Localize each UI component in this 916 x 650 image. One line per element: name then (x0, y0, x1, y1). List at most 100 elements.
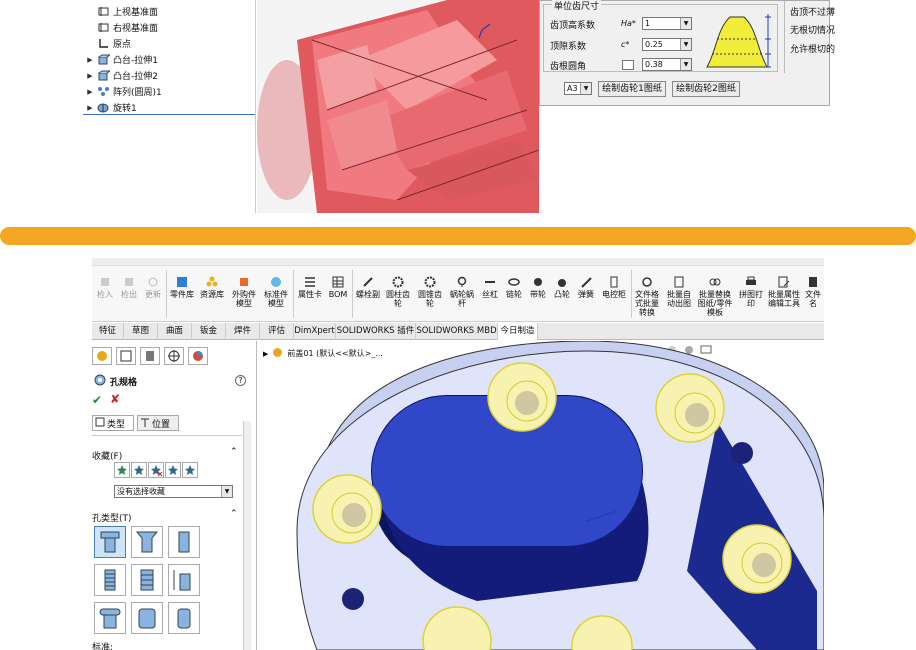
cam-button[interactable]: 凸轮 (551, 276, 573, 299)
dimxpert-tab-icon[interactable] (164, 347, 184, 365)
gear-model (257, 0, 539, 213)
tree-item-origin[interactable]: 原点 (83, 36, 131, 51)
tree-item-boss-extrude-1[interactable]: ▶ 凸台-拉伸1 (83, 52, 158, 67)
root-fillet-checkbox[interactable] (622, 60, 634, 70)
legacy-hole-button[interactable] (168, 564, 200, 596)
update-button[interactable]: 更新 (142, 276, 164, 299)
separator (92, 435, 242, 436)
bevel-gear-button[interactable]: 圆锥齿轮 (416, 276, 444, 308)
tab-solidworks-addins[interactable]: SOLIDWORKS 插件 (336, 323, 416, 340)
tree-item-top-plane[interactable]: 上视基准面 (83, 4, 158, 19)
apply-favorite-icon[interactable] (114, 462, 130, 478)
config-manager-tab-icon[interactable] (140, 347, 160, 365)
tree-item-boss-extrude-2[interactable]: ▶ 凸台-拉伸2 (83, 68, 158, 83)
tile-print-button[interactable]: 拼图打印 (737, 276, 765, 308)
extrude-icon (97, 54, 112, 65)
batch-property-edit-button[interactable]: 批量属性编辑工具 (768, 276, 800, 308)
spur-gear-button[interactable]: 圆柱齿轮 (384, 276, 412, 308)
chevron-up-icon[interactable]: ⌃ (230, 447, 238, 457)
tab-evaluate[interactable]: 评估 (260, 323, 294, 340)
draw-gear1-button[interactable]: 绘制齿轮1图纸 (598, 81, 666, 97)
tab-sketch[interactable]: 草图 (124, 323, 158, 340)
checkout-button[interactable]: 检出 (118, 276, 140, 299)
pm-title-row: 孔规格 (94, 374, 137, 389)
cabinet-icon (608, 276, 620, 288)
purchased-model-icon (238, 276, 250, 288)
bom-button[interactable]: BOM (326, 276, 350, 299)
property-card-button[interactable]: 属性卡 (296, 276, 324, 299)
tree-item-label: 阵列(圆周)1 (113, 88, 162, 98)
tab-position[interactable]: 位置 (137, 415, 179, 431)
counterbore-hole-button[interactable] (94, 526, 126, 558)
pulley-button[interactable]: 带轮 (527, 276, 549, 299)
graphics-viewport[interactable]: ▶ 前盖01 (默认<<默认>_... (257, 341, 824, 650)
tab-weldments[interactable]: 焊件 (226, 323, 260, 340)
purchased-model-button[interactable]: 外购件模型 (229, 276, 259, 308)
batch-convert-button[interactable]: 文件格式批量转换 (632, 276, 662, 317)
counterbore-slot-button[interactable] (94, 602, 126, 634)
gear-graphics-area[interactable] (257, 0, 539, 213)
paper-size-select[interactable]: A3 ▼ (564, 82, 592, 95)
tab-dimxpert[interactable]: DimXpert (294, 323, 336, 340)
favorites-select[interactable]: 没有选择收藏 ▼ (114, 485, 233, 498)
clearance-select[interactable]: 0.25 ▼ (642, 38, 692, 51)
tree-item-circular-pattern[interactable]: ▶ 阵列(圆周)1 (83, 84, 162, 99)
draw-gear2-button[interactable]: 绘制齿轮2图纸 (672, 81, 740, 97)
control-cabinet-button[interactable]: 电控柜 (599, 276, 629, 299)
batch-drawing-button[interactable]: 批量自动出图 (665, 276, 693, 308)
sprocket-button[interactable]: 链轮 (503, 276, 525, 299)
unit-tooth-size-group: 单位齿尺寸 齿顶高系数 Ha* 1 ▼ 顶隙系数 c* 0.25 ▼ 齿根圆角 … (543, 0, 778, 72)
spring-button[interactable]: 弹簧 (575, 276, 597, 299)
tree-item-right-plane[interactable]: 右视基准面 (83, 20, 158, 35)
standard-model-button[interactable]: 标准件模型 (261, 276, 291, 308)
tapered-tap-button[interactable] (94, 564, 126, 596)
display-manager-tab-icon[interactable] (188, 347, 208, 365)
checkin-button[interactable]: 检入 (94, 276, 116, 299)
tab-surfaces[interactable]: 曲面 (158, 323, 192, 340)
feature-manager-tab-icon[interactable] (92, 347, 112, 365)
resource-library-button[interactable]: 资源库 (198, 276, 226, 299)
tab-today-manufacturing[interactable]: 今日制造 (498, 323, 538, 340)
tab-features[interactable]: 特征 (92, 323, 124, 340)
front-cover-model (296, 341, 824, 650)
property-manager-tab-icon[interactable] (116, 347, 136, 365)
load-favorite-icon[interactable] (182, 462, 198, 478)
toolbar-label: 批量替换图纸/零件模板 (697, 290, 733, 317)
root-fillet-select[interactable]: 0.38 ▼ (642, 58, 692, 71)
worm-gear-button[interactable]: 蜗轮蜗杆 (448, 276, 476, 308)
slot-button[interactable] (168, 602, 200, 634)
toolbar-label: 链轮 (506, 290, 522, 299)
slot-icon (99, 608, 121, 629)
bolt-pair-button[interactable]: 螺栓副 (354, 276, 382, 299)
parts-library-button[interactable]: 零件库 (168, 276, 196, 299)
addendum-select[interactable]: 1 ▼ (642, 17, 692, 30)
toolbar-label: 圆锥齿轮 (418, 290, 442, 308)
delete-favorite-icon[interactable] (148, 462, 164, 478)
tree-item-label: 凸台-拉伸1 (113, 56, 158, 66)
toolbar-label: 属性卡 (298, 290, 322, 299)
lead-screw-button[interactable]: 丝杠 (479, 276, 501, 299)
ok-icon[interactable]: ✔ (92, 393, 102, 407)
tab-solidworks-mbd[interactable]: SOLIDWORKS MBD (416, 323, 498, 340)
straight-tap-button[interactable] (131, 564, 163, 596)
add-favorite-icon[interactable] (131, 462, 147, 478)
tab-type[interactable]: 类型 (92, 415, 134, 431)
chevron-up-icon[interactable]: ⌃ (230, 509, 238, 519)
quick-access-strip (92, 258, 824, 266)
countersink-slot-button[interactable] (131, 602, 163, 634)
close-icon[interactable]: ✘ (110, 392, 120, 406)
countersink-hole-button[interactable] (131, 526, 163, 558)
tree-item-revolve-1[interactable]: ▶ 旋转1 (83, 100, 137, 115)
edit-icon (778, 276, 790, 288)
save-favorite-icon[interactable] (165, 462, 181, 478)
simple-hole-button[interactable] (168, 526, 200, 558)
hole-wizard-icon (94, 374, 106, 389)
file-name-button[interactable]: 文件名 (802, 276, 824, 308)
table-icon (332, 276, 344, 288)
pm-scrollbar[interactable] (243, 421, 251, 650)
toolbar-label: 资源库 (200, 290, 224, 299)
type-icon (95, 417, 105, 430)
batch-replace-template-button[interactable]: 批量替换图纸/零件模板 (696, 276, 734, 317)
help-icon[interactable]: ? (235, 375, 246, 386)
tab-sheet-metal[interactable]: 钣金 (192, 323, 226, 340)
